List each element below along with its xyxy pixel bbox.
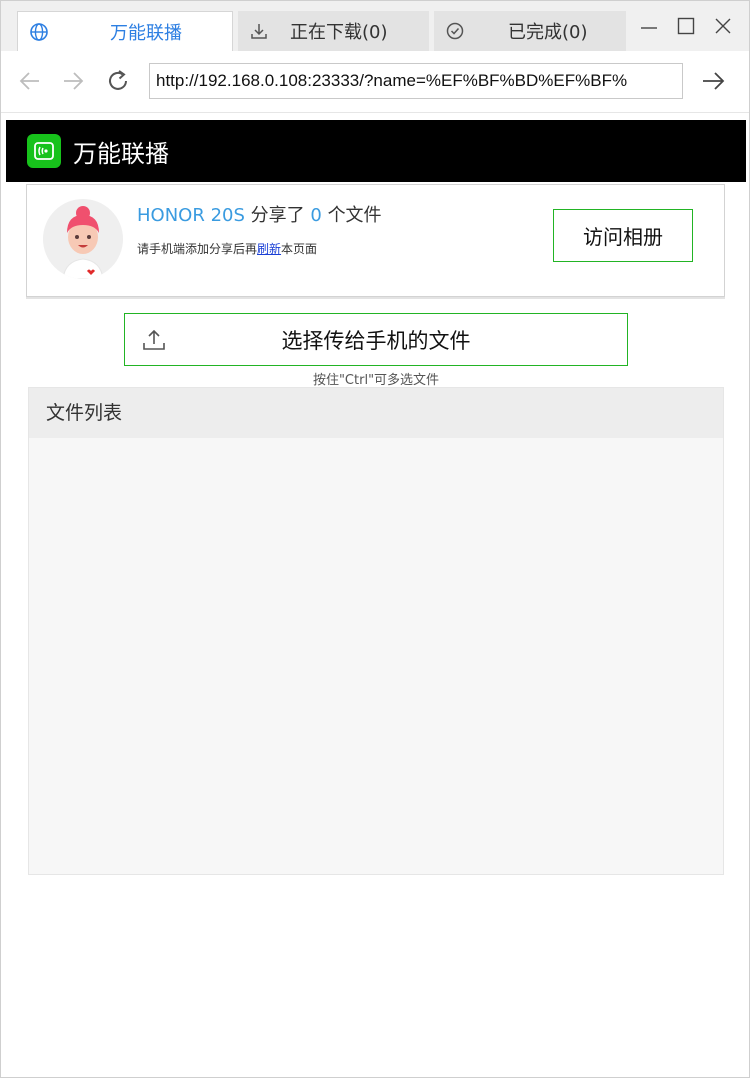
check-circle-icon [444,20,466,42]
share-info-card: HONOR 20S 分享了 0 个文件 请手机端添加分享后再刷新本页面 访问相册 [26,184,725,297]
minimize-icon[interactable] [634,11,664,41]
browser-window: 万能联播 正在下载(0) 已完成(0) http://192.168.0.108… [0,0,750,1078]
download-icon [248,20,270,42]
tab-completed[interactable]: 已完成(0) [434,11,626,51]
tab-downloading[interactable]: 正在下载(0) [238,11,429,51]
file-list: 文件列表 [28,387,724,875]
hint-prefix: 请手机端添加分享后再 [137,242,258,256]
refresh-icon[interactable] [103,66,133,96]
app-header: 万能联播 [6,120,746,182]
file-list-title: 文件列表 [29,388,723,438]
tab-label: 万能联播 [110,22,182,44]
refresh-hint: 请手机端添加分享后再刷新本页面 [137,240,317,257]
multi-select-hint: 按住"Ctrl"可多选文件 [312,373,440,388]
back-arrow-icon[interactable] [15,66,45,96]
globe-icon [28,21,50,43]
app-logo-icon [27,134,61,168]
url-input[interactable]: http://192.168.0.108:23333/?name=%EF%BF%… [149,63,683,99]
app-title: 万能联播 [73,139,169,168]
files-text: 个文件 [327,205,382,226]
address-bar: http://192.168.0.108:23333/?name=%EF%BF%… [1,51,749,113]
tab-label: 已完成(0) [508,22,588,43]
maximize-icon[interactable] [671,11,701,41]
forward-arrow-icon[interactable] [58,66,88,96]
visit-album-button[interactable]: 访问相册 [553,209,693,262]
shared-text: 分享了 [250,205,305,226]
go-arrow-icon[interactable] [698,66,728,96]
refresh-link[interactable]: 刷新 [257,242,281,256]
select-files-label: 选择传给手机的文件 [281,328,471,353]
tab-wanneng[interactable]: 万能联播 [17,11,233,51]
file-count: 0 [310,205,322,226]
avatar [43,199,123,279]
hint-suffix: 本页面 [281,242,318,256]
share-summary: HONOR 20S 分享了 0 个文件 [137,201,382,227]
tab-label: 正在下载(0) [290,22,388,43]
tab-bar: 万能联播 正在下载(0) 已完成(0) [1,1,749,51]
device-name: HONOR 20S [137,205,245,226]
select-files-button[interactable]: 选择传给手机的文件 [124,313,628,366]
close-icon[interactable] [708,11,738,41]
